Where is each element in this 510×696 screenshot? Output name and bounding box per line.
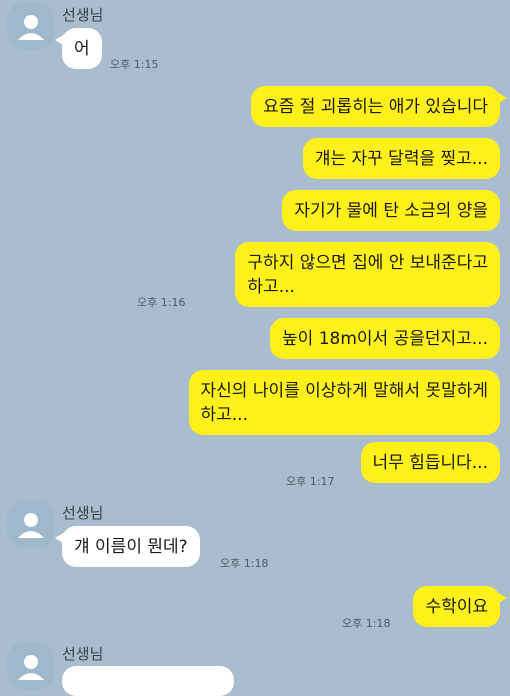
message-time: 오후 1:18 [342,617,391,630]
chat-area[interactable]: 선생님 어 오후 1:15 요즘 절 괴롭히는 애가 있습니다 걔는 자꾸 달력… [0,0,510,696]
person-icon [18,513,44,538]
person-icon [18,655,44,680]
person-icon [18,15,44,40]
message-bubble-outgoing[interactable]: 걔는 자꾸 달력을 찢고... [302,138,500,179]
message-time: 오후 1:15 [110,58,159,71]
message-time: 오후 1:16 [137,296,186,309]
message-time: 오후 1:17 [286,475,335,488]
avatar[interactable] [7,2,55,50]
avatar[interactable] [7,500,55,548]
avatar[interactable] [7,642,55,690]
message-bubble-incoming-cut[interactable] [62,666,234,696]
message-bubble-outgoing[interactable]: 너무 힘듭니다... [360,442,500,483]
message-bubble-outgoing[interactable]: 자신의 나이를 이상하게 말해서 못말하게 하고... [188,370,500,435]
sender-name: 선생님 [62,6,104,24]
message-bubble-outgoing[interactable]: 자기가 물에 탄 소금의 양을 [282,190,500,231]
message-time: 오후 1:18 [220,557,269,570]
sender-name: 선생님 [62,645,104,663]
message-bubble-incoming[interactable]: 걔 이름이 뭔데? [55,526,200,567]
message-bubble-outgoing[interactable]: 높이 18m이서 공을던지고... [270,318,500,359]
message-bubble-outgoing[interactable]: 구하지 않으면 집에 안 보내준다고 하고... [235,242,500,307]
message-bubble-incoming[interactable]: 어 [55,28,102,69]
message-bubble-outgoing[interactable]: 수학이요 [413,586,507,627]
sender-name: 선생님 [62,504,104,522]
message-bubble-outgoing[interactable]: 요즘 절 괴롭히는 애가 있습니다 [251,86,507,127]
